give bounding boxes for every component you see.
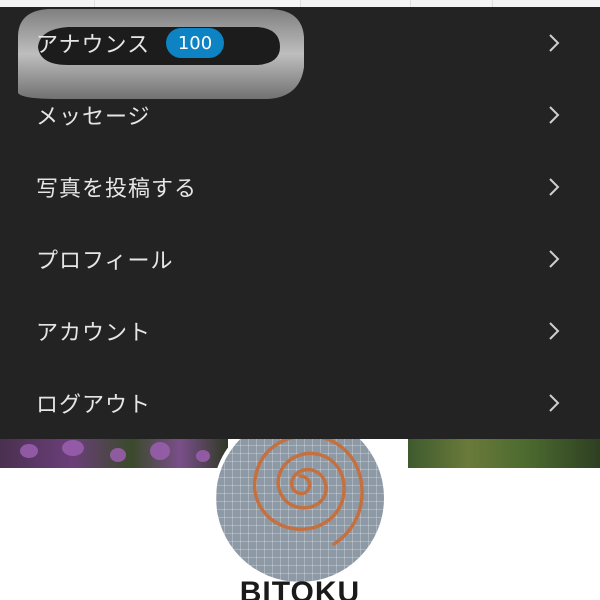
menu-item-profile[interactable]: プロフィール <box>0 223 600 295</box>
copper-spiral-avatar <box>252 434 364 546</box>
chevron-right-icon <box>549 322 560 340</box>
navigation-menu: アナウンス 100 メッセージ 写真を投稿する プロフィール アカウント ログア… <box>0 7 600 439</box>
menu-item-label: メッセージ <box>36 105 151 130</box>
menu-item-label: アカウント <box>36 321 152 346</box>
page: BITOKU アナウンス 100 メッセージ 写真を投稿する プロフィール アカ… <box>0 0 600 600</box>
chevron-right-icon <box>549 178 560 196</box>
chevron-right-icon <box>549 106 560 124</box>
menu-item-announce[interactable]: アナウンス 100 <box>0 7 600 79</box>
chevron-right-icon <box>549 250 560 268</box>
menu-item-logout[interactable]: ログアウト <box>0 367 600 439</box>
menu-item-account[interactable]: アカウント <box>0 295 600 367</box>
menu-item-label: ログアウト <box>36 393 152 418</box>
avatar-image <box>216 414 384 582</box>
notification-count-badge: 100 <box>166 28 224 58</box>
menu-item-label: プロフィール <box>36 249 174 274</box>
menu-item-label: アナウンス <box>36 33 151 58</box>
chevron-right-icon <box>549 34 560 52</box>
menu-item-label: 写真を投稿する <box>36 177 198 202</box>
menu-item-post-photo[interactable]: 写真を投稿する <box>0 151 600 223</box>
chevron-right-icon <box>549 394 560 412</box>
menu-item-messages[interactable]: メッセージ <box>0 79 600 151</box>
profile-username: BITOKU <box>239 576 361 600</box>
